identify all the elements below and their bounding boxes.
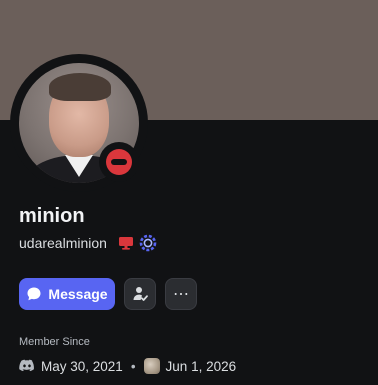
profile-actions: Message ⋯ <box>19 278 197 310</box>
chat-bubble-icon <box>27 287 41 301</box>
badge-list <box>117 234 157 252</box>
monitor-icon[interactable] <box>117 234 135 252</box>
display-name: minion <box>19 205 85 227</box>
server-icon <box>143 358 160 374</box>
server-member-since-date: Jun 1, 2026 <box>165 358 237 374</box>
discord-logo-icon <box>19 359 34 372</box>
discord-member-since-date: May 30, 2021 <box>41 358 123 374</box>
add-friend-icon <box>133 287 148 301</box>
message-button-label: Message <box>48 286 108 302</box>
status-indicator <box>99 142 139 182</box>
do-not-disturb-icon <box>106 149 132 175</box>
username-row: udarealminion <box>19 234 157 252</box>
message-button[interactable]: Message <box>19 278 115 310</box>
member-since-title: Member Since <box>19 336 90 348</box>
add-friend-button[interactable] <box>124 278 156 310</box>
more-options-icon: ⋯ <box>173 286 189 303</box>
username[interactable]: udarealminion <box>19 235 107 251</box>
more-options-button[interactable]: ⋯ <box>165 278 197 310</box>
avatar-hair <box>49 73 111 101</box>
member-since-row: May 30, 2021 • Jun 1, 2026 <box>19 358 236 374</box>
separator-dot: • <box>130 358 136 374</box>
gear-badge-icon[interactable] <box>139 234 157 252</box>
